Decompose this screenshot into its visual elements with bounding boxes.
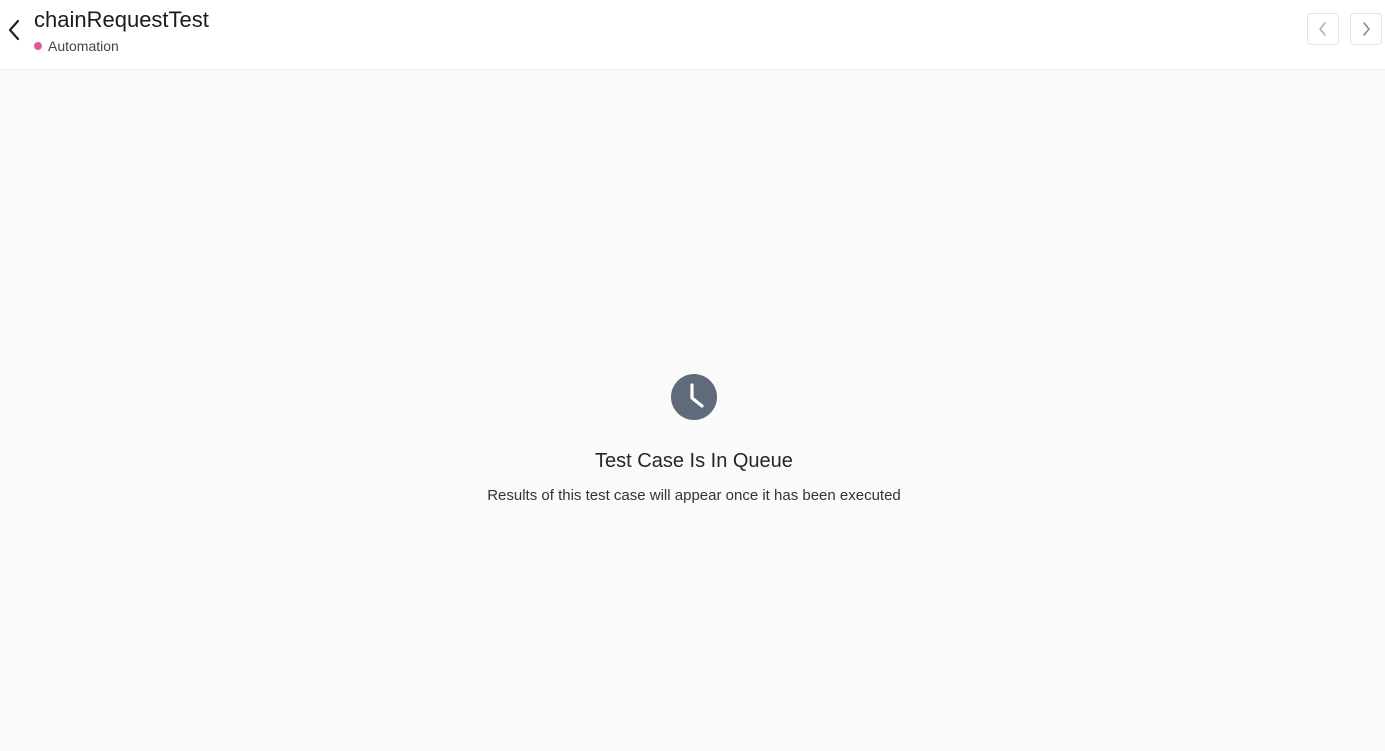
page-header: chainRequestTest Automation xyxy=(0,0,1385,70)
chevron-right-icon xyxy=(1363,22,1370,36)
category-label: Automation xyxy=(34,37,119,55)
empty-state-message: Results of this test case will appear on… xyxy=(487,487,901,504)
back-button[interactable] xyxy=(2,16,26,44)
status-dot xyxy=(34,42,42,50)
next-test-button[interactable] xyxy=(1350,13,1382,45)
clock-icon xyxy=(671,374,717,420)
category-text: Automation xyxy=(48,38,119,54)
empty-state-title: Test Case Is In Queue xyxy=(595,450,793,472)
page-title: chainRequestTest xyxy=(34,7,209,32)
previous-test-button[interactable] xyxy=(1307,13,1339,45)
chevron-left-icon xyxy=(8,19,20,41)
chevron-left-icon xyxy=(1319,22,1326,36)
